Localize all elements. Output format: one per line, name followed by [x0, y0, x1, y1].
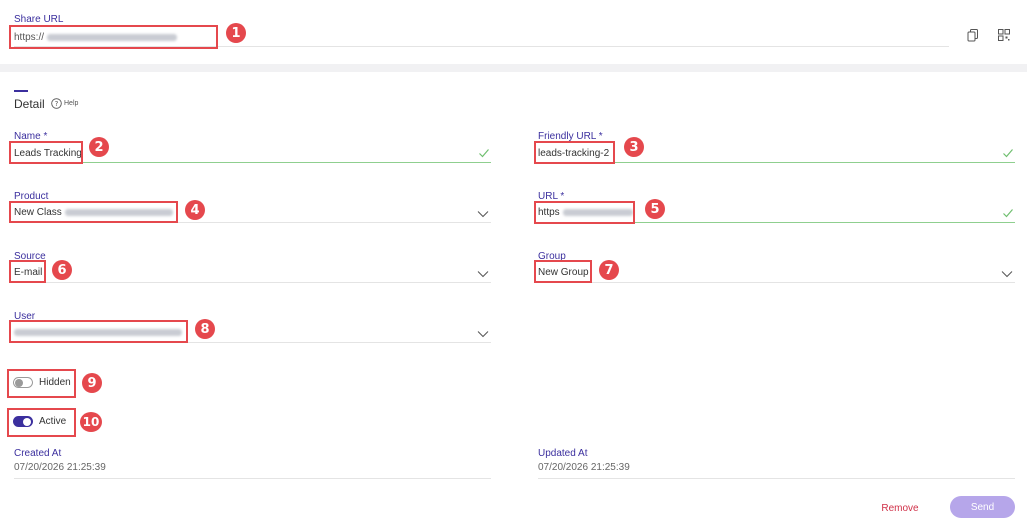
annotation-badge-8: 8	[195, 319, 215, 339]
annotation-box-5	[534, 201, 635, 224]
friendly-url-check-icon	[1003, 149, 1013, 158]
updated-at-label: Updated At	[538, 448, 588, 459]
copy-icon[interactable]	[964, 26, 982, 44]
detail-tab-indicator	[14, 90, 28, 92]
annotation-box-8	[9, 320, 188, 343]
annotation-badge-9: 9	[82, 373, 102, 393]
annotation-box-2	[9, 141, 83, 164]
section-divider	[0, 64, 1027, 72]
chevron-down-icon[interactable]	[477, 270, 489, 278]
svg-text:?: ?	[55, 100, 59, 108]
annotation-badge-6: 6	[52, 260, 72, 280]
updated-at-value: 07/20/2026 21:25:39	[538, 462, 630, 473]
annotation-badge-1: 1	[226, 23, 246, 43]
annotation-badge-5: 5	[645, 199, 665, 219]
help-circle-icon: ?	[51, 98, 62, 109]
annotation-box-1	[9, 25, 218, 49]
updated-at-underline	[538, 478, 1015, 479]
created-at-underline	[14, 478, 491, 479]
annotation-box-10	[7, 408, 76, 437]
created-at-value: 07/20/2026 21:25:39	[14, 462, 106, 473]
annotation-box-7	[534, 260, 592, 283]
qr-code-icon[interactable]	[995, 26, 1013, 44]
remove-button[interactable]: Remove	[872, 498, 928, 518]
annotation-box-3	[534, 141, 615, 164]
group-underline	[538, 282, 1015, 283]
annotation-box-9	[7, 369, 76, 398]
source-underline	[14, 282, 491, 283]
annotation-badge-10: 10	[80, 412, 102, 432]
annotation-badge-4: 4	[185, 200, 205, 220]
detail-tab[interactable]: Detail	[14, 97, 45, 111]
annotation-badge-2: 2	[89, 137, 109, 157]
annotation-badge-7: 7	[599, 260, 619, 280]
chevron-down-icon[interactable]	[477, 330, 489, 338]
name-underline	[14, 162, 491, 163]
url-check-icon	[1003, 209, 1013, 218]
annotation-box-4	[9, 201, 178, 223]
chevron-down-icon[interactable]	[1001, 270, 1013, 278]
send-button[interactable]: Send	[950, 496, 1015, 518]
help-link[interactable]: ? Help	[51, 98, 78, 109]
annotation-badge-3: 3	[624, 137, 644, 157]
share-url-label: Share URL	[14, 14, 64, 25]
created-at-label: Created At	[14, 448, 62, 459]
name-check-icon	[479, 149, 489, 158]
annotation-box-6	[9, 260, 46, 283]
chevron-down-icon[interactable]	[477, 210, 489, 218]
